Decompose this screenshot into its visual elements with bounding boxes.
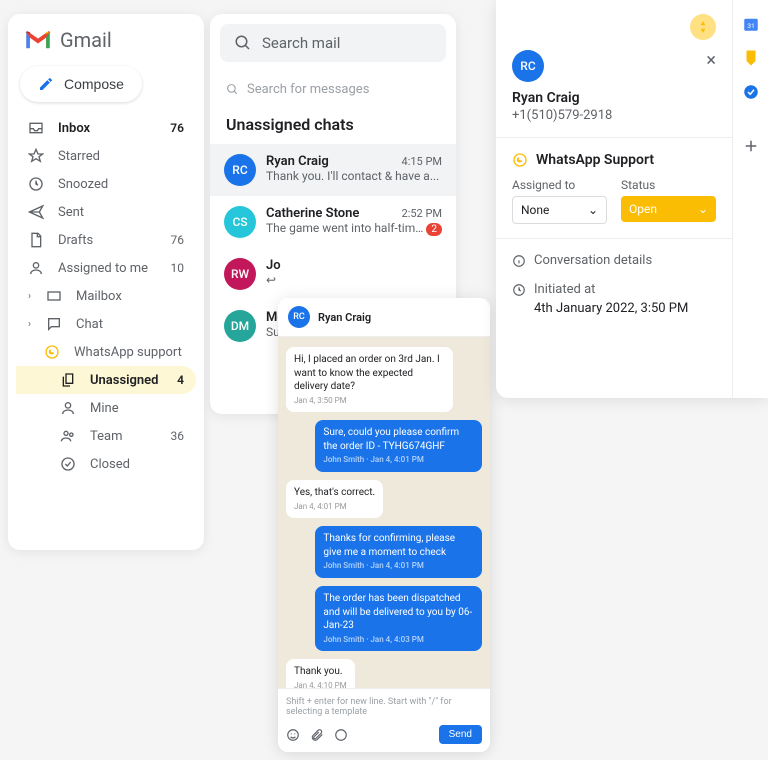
search-icon <box>226 83 239 96</box>
inbox-icon <box>28 120 44 136</box>
pencil-icon <box>38 76 54 92</box>
whatsapp-icon <box>512 152 528 168</box>
chevron-right-icon: › <box>28 319 38 330</box>
close-icon[interactable]: × <box>706 50 716 71</box>
sidebar-item-starred[interactable]: Starred <box>16 142 196 170</box>
compose-label: Compose <box>64 76 124 92</box>
avatar: RW <box>224 258 256 290</box>
tasks-icon[interactable] <box>741 82 761 102</box>
search-messages-input[interactable]: Search for messages <box>210 72 456 107</box>
mailbox-icon <box>46 288 62 304</box>
assigned-to-label: Assigned to <box>512 178 607 192</box>
message-outgoing: Thanks for confirming, please give me a … <box>315 526 482 578</box>
sidebar-item-team[interactable]: Team 36 <box>16 422 196 450</box>
avatar: CS <box>224 206 256 238</box>
contact-phone: +1(510)579-2918 <box>512 108 716 123</box>
conversation-details-heading: Conversation details <box>512 253 716 268</box>
unassigned-chats-title: Unassigned chats <box>210 107 456 144</box>
calendar-icon[interactable]: 31 <box>741 14 761 34</box>
sidebar-item-mailbox[interactable]: › Mailbox <box>16 282 196 310</box>
hiver-icon[interactable] <box>690 14 716 40</box>
check-circle-icon <box>60 456 76 472</box>
status-label: Status <box>621 178 716 192</box>
emoji-icon[interactable] <box>286 728 300 742</box>
chevron-down-icon: ⌄ <box>698 202 708 216</box>
whatsapp-icon <box>44 344 60 360</box>
message-input[interactable]: Shift + enter for new line. Start with "… <box>286 697 482 725</box>
details-panel: RC × Ryan Craig +1(510)579-2918 WhatsApp… <box>496 0 768 398</box>
sidebar-item-closed[interactable]: Closed <box>16 450 196 478</box>
sidebar-item-mine[interactable]: Mine <box>16 394 196 422</box>
gmail-brand-text: Gmail <box>60 28 112 52</box>
chat-bubble-icon <box>46 316 62 332</box>
sidebar-item-chat[interactable]: › Chat <box>16 310 196 338</box>
message-incoming: Thank you.Jan 4, 4:10 PM <box>286 659 355 688</box>
whatsapp-icon[interactable] <box>334 728 348 742</box>
unassigned-icon <box>60 372 76 388</box>
sidebar-item-drafts[interactable]: Drafts 76 <box>16 226 196 254</box>
star-icon <box>28 148 44 164</box>
chevron-right-icon: › <box>28 291 38 302</box>
assigned-to-select[interactable]: None⌄ <box>512 196 607 224</box>
avatar: RC <box>224 154 256 186</box>
sidebar-item-inbox[interactable]: Inbox 76 <box>16 114 196 142</box>
chat-item-catherine-stone[interactable]: CS Catherine Stone2:52 PM The game went … <box>210 196 456 248</box>
clock-icon <box>512 283 526 297</box>
conversation-messages: Hi, I placed an order on 3rd Jan. I want… <box>278 337 490 688</box>
initiated-at-value: 4th January 2022, 3:50 PM <box>512 301 716 316</box>
team-icon <box>60 428 76 444</box>
conversation-input-area: Shift + enter for new line. Start with "… <box>278 688 490 752</box>
message-outgoing: Sure, could you please confirm the order… <box>315 420 482 472</box>
sidebar-item-whatsapp-support[interactable]: WhatsApp support <box>16 338 196 366</box>
person-icon <box>28 260 44 276</box>
sidebar-item-snoozed[interactable]: Snoozed <box>16 170 196 198</box>
gmail-sidebar: Gmail Compose Inbox 76 Starred Snoozed S… <box>8 14 204 550</box>
chevron-down-icon: ⌄ <box>588 203 598 217</box>
status-select[interactable]: Open⌄ <box>621 196 716 222</box>
chat-item-ryan-craig[interactable]: RC Ryan Craig4:15 PM Thank you. I'll con… <box>210 144 456 196</box>
sidebar-item-assigned-to-me[interactable]: Assigned to me 10 <box>16 254 196 282</box>
conversation-panel: RC Ryan Craig Hi, I placed an order on 3… <box>278 298 490 752</box>
document-icon <box>28 232 44 248</box>
message-incoming: Yes, that's correct.Jan 4, 4:01 PM <box>286 480 383 518</box>
sidebar-item-sent[interactable]: Sent <box>16 198 196 226</box>
send-button[interactable]: Send <box>439 725 482 744</box>
keep-icon[interactable] <box>741 48 761 68</box>
avatar: DM <box>224 310 256 342</box>
sidebar-item-unassigned[interactable]: Unassigned 4 <box>16 366 196 394</box>
conversation-contact-name: Ryan Craig <box>318 311 371 324</box>
gmail-m-icon <box>24 29 52 51</box>
contact-name: Ryan Craig <box>512 90 716 106</box>
clock-icon <box>28 176 44 192</box>
conversation-header: RC Ryan Craig <box>278 298 490 337</box>
unread-badge: 2 <box>426 223 442 236</box>
chat-item-jo[interactable]: RW Jo ↩ <box>210 248 456 300</box>
message-incoming: Hi, I placed an order on 3rd Jan. I want… <box>286 347 453 412</box>
message-outgoing: The order has been dispatched and will b… <box>315 586 482 651</box>
search-mail-input[interactable]: Search mail <box>220 24 446 62</box>
attachment-icon[interactable] <box>310 728 324 742</box>
person-icon <box>60 400 76 416</box>
send-icon <box>28 204 44 220</box>
compose-button[interactable]: Compose <box>20 66 142 102</box>
svg-text:31: 31 <box>747 22 755 30</box>
whatsapp-support-heading: WhatsApp Support <box>512 152 716 168</box>
gmail-logo: Gmail <box>16 28 196 66</box>
info-icon <box>512 254 526 268</box>
initiated-at-label: Initiated at <box>512 282 716 297</box>
avatar: RC <box>288 306 310 328</box>
avatar: RC <box>512 50 544 82</box>
search-icon <box>234 34 252 52</box>
add-icon[interactable] <box>741 136 761 156</box>
app-rail: 31 <box>732 0 768 398</box>
